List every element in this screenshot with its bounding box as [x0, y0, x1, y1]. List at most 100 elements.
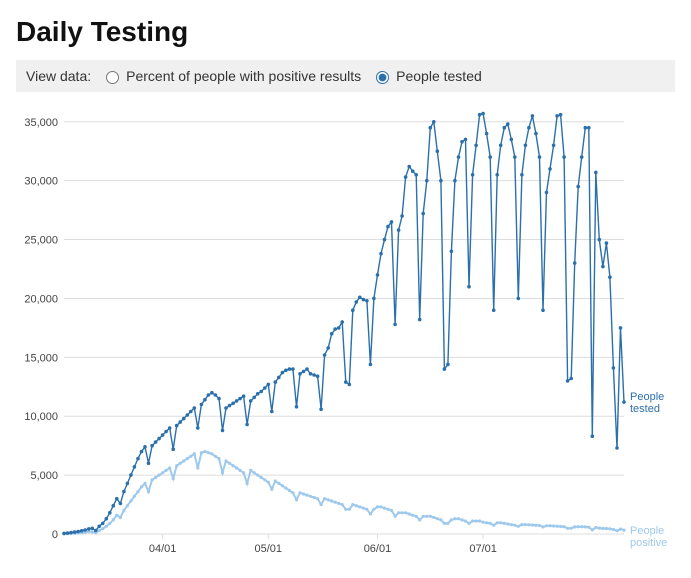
data-point [158, 474, 161, 477]
data-point [305, 367, 309, 371]
data-point [224, 406, 228, 410]
data-point [168, 426, 172, 430]
data-point [341, 503, 344, 506]
data-point [562, 155, 566, 159]
data-point [622, 400, 626, 404]
data-point [154, 476, 157, 479]
data-point [281, 371, 285, 375]
data-point [576, 185, 580, 189]
data-point [411, 514, 414, 517]
data-point [450, 250, 454, 254]
data-point [407, 165, 411, 169]
data-point [488, 155, 492, 159]
series-label-tested: Peopletested [630, 391, 664, 415]
data-point [246, 482, 249, 485]
data-point [503, 126, 507, 130]
data-point [404, 511, 407, 514]
data-point [563, 525, 566, 528]
series-line-tested [64, 114, 624, 534]
data-point [608, 527, 611, 530]
data-point [260, 476, 263, 479]
data-point [591, 434, 595, 438]
data-point [355, 300, 359, 304]
data-point [323, 353, 327, 357]
data-point [291, 367, 295, 371]
radio-option-tested[interactable]: People tested [371, 68, 482, 84]
data-point [534, 132, 538, 136]
data-point [133, 465, 137, 469]
data-point [143, 482, 146, 485]
data-point [446, 363, 450, 367]
data-point [189, 455, 192, 458]
data-point [619, 326, 623, 330]
data-point [594, 526, 597, 529]
data-point [298, 372, 302, 376]
data-point [351, 308, 355, 312]
data-point [421, 212, 425, 216]
data-point [541, 525, 544, 528]
data-point [478, 519, 481, 522]
data-point [415, 515, 418, 518]
radio-option-percent[interactable]: Percent of people with positive results [101, 68, 361, 84]
data-point [217, 457, 220, 460]
radio-percent-input[interactable] [106, 71, 119, 84]
data-point [161, 433, 165, 437]
data-point [140, 485, 143, 488]
data-point [411, 169, 415, 173]
y-tick-label: 20,000 [24, 293, 58, 305]
data-point [291, 491, 294, 494]
data-point [471, 519, 474, 522]
data-point [323, 497, 326, 500]
data-point [186, 413, 190, 417]
data-point [601, 527, 604, 530]
data-point [62, 532, 66, 536]
series-label-positive: Peoplepositive [630, 525, 667, 549]
data-point [460, 140, 464, 144]
data-point [436, 149, 440, 153]
data-point [598, 238, 602, 242]
data-point [207, 393, 211, 397]
x-tick-label: 04/01 [149, 543, 177, 555]
data-point [309, 372, 313, 376]
data-point [337, 326, 341, 330]
data-point [196, 426, 200, 430]
data-point [210, 391, 214, 395]
radio-tested-input[interactable] [376, 71, 389, 84]
data-point [482, 521, 485, 524]
data-point [295, 498, 298, 501]
data-point [189, 410, 193, 414]
data-point [443, 367, 447, 371]
data-point [506, 122, 510, 126]
data-point [365, 299, 369, 303]
data-point [566, 527, 569, 530]
data-point [531, 523, 534, 526]
data-point [238, 397, 242, 401]
data-point [344, 508, 347, 511]
data-point [178, 420, 182, 424]
data-point [224, 459, 227, 462]
data-point [136, 490, 139, 493]
data-point [510, 138, 514, 142]
data-point [457, 517, 460, 520]
data-point [115, 514, 118, 517]
data-point [330, 499, 333, 502]
x-tick-label: 07/01 [469, 543, 497, 555]
data-point [524, 144, 528, 148]
data-point [369, 363, 373, 367]
data-point [517, 525, 520, 528]
data-point [577, 525, 580, 528]
data-point [394, 515, 397, 518]
data-point [414, 173, 418, 177]
data-point [256, 392, 260, 396]
data-point [527, 126, 531, 130]
data-point [277, 376, 281, 380]
data-point [513, 155, 517, 159]
data-point [453, 179, 457, 183]
data-point [587, 526, 590, 529]
data-point [119, 502, 123, 506]
data-point [126, 482, 130, 486]
data-point [245, 423, 249, 427]
data-point [171, 447, 175, 451]
data-point [231, 402, 235, 406]
data-point [429, 126, 433, 130]
